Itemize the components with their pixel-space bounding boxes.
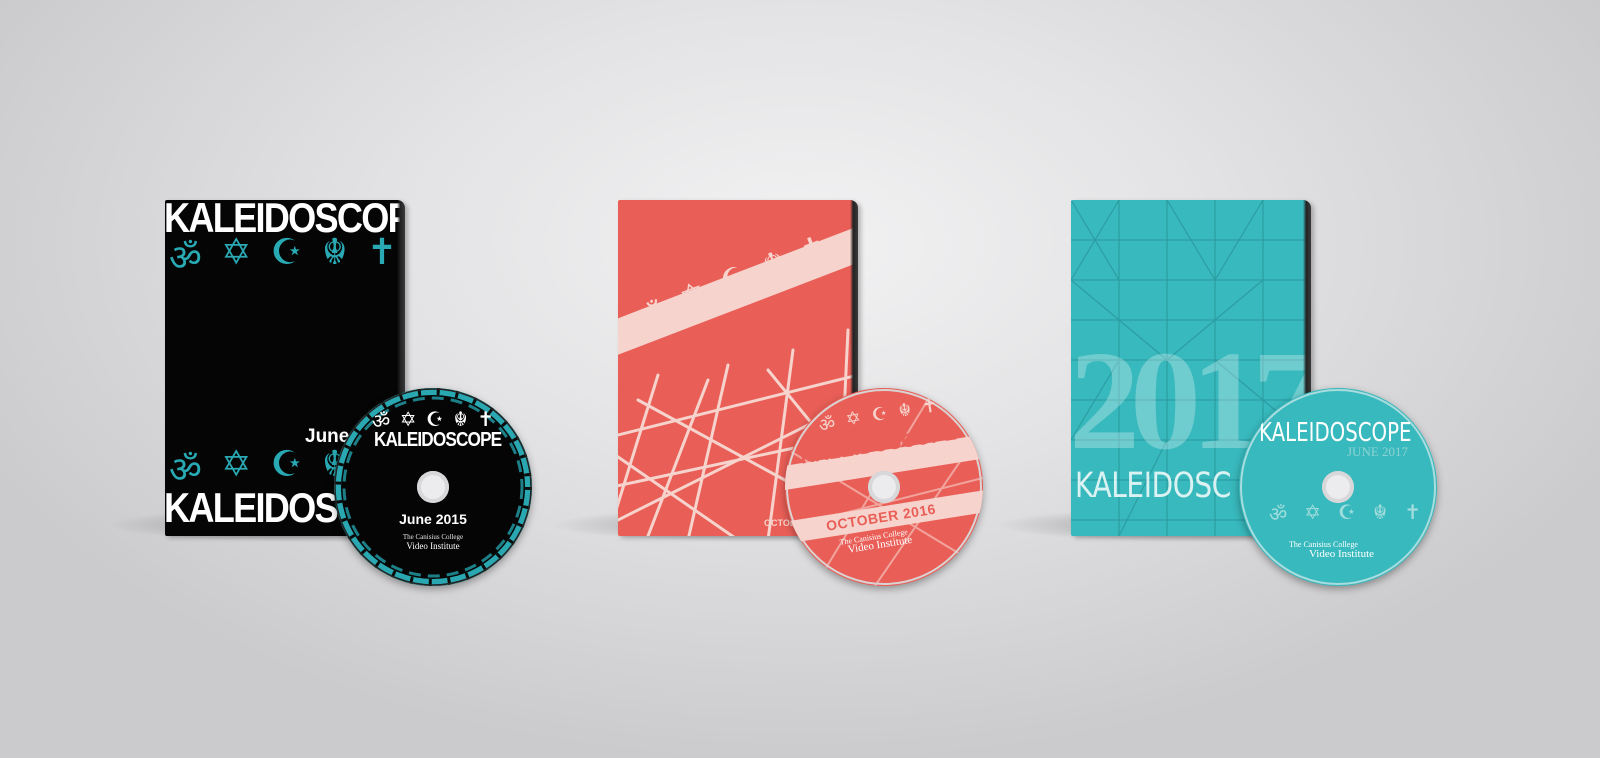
case-title: KALEIDOSC	[1075, 466, 1231, 506]
cross-icon: ✝	[1404, 500, 1421, 524]
disc-hole	[868, 471, 900, 503]
disc-hole	[1322, 471, 1354, 503]
disc-date: June 2015	[399, 511, 467, 527]
dvd-disc-2017: KALEIDOSCOPE JUNE 2017 ॐ ✡ ☪ ☬ ✝ The Can…	[1239, 388, 1437, 586]
khanda-icon: ☬	[322, 232, 348, 273]
star-of-david-icon: ✡	[1304, 500, 1322, 524]
disc-org-line2: Video Institute	[1309, 548, 1375, 560]
om-icon: ॐ	[817, 413, 837, 437]
disc-religious-symbols: ॐ ✡ ☪ ☬ ✝	[1269, 500, 1421, 527]
star-of-david-icon: ✡	[844, 407, 863, 431]
crescent-icon: ☪	[270, 232, 303, 273]
om-icon: ॐ	[1269, 502, 1288, 526]
crescent-icon: ☪	[1338, 500, 1356, 524]
disc-date: JUNE 2017	[1347, 444, 1409, 459]
om-icon: ॐ	[169, 238, 202, 279]
disc-hole	[417, 471, 449, 503]
khanda-icon: ☬	[758, 243, 791, 285]
religious-symbols-top: ॐ ✡ ☪ ☬ ✝	[165, 232, 401, 281]
star-of-david-icon: ✡	[674, 274, 711, 317]
dvd-disc-2016: KALEIDOSCOPE ॐ ✡ ☪ ☬ ✝ OCTOBER 2016 The …	[785, 388, 983, 586]
dvd-disc-2015: ॐ ✡ ☪ ☬ ✝ KALEIDOSCOPE June 2015 The Can…	[334, 388, 532, 586]
cross-icon: ✝	[366, 232, 397, 273]
khanda-icon: ☬	[1373, 500, 1388, 524]
star-of-david-icon: ✡	[221, 232, 252, 273]
khanda-icon: ☬	[896, 399, 913, 423]
crescent-icon: ☪	[870, 403, 890, 427]
disc-title: KALEIDOSCOPE	[374, 429, 502, 451]
disc-org-line2: Video Institute	[406, 541, 460, 551]
disc-org-line1: The Canisius College	[402, 533, 464, 541]
